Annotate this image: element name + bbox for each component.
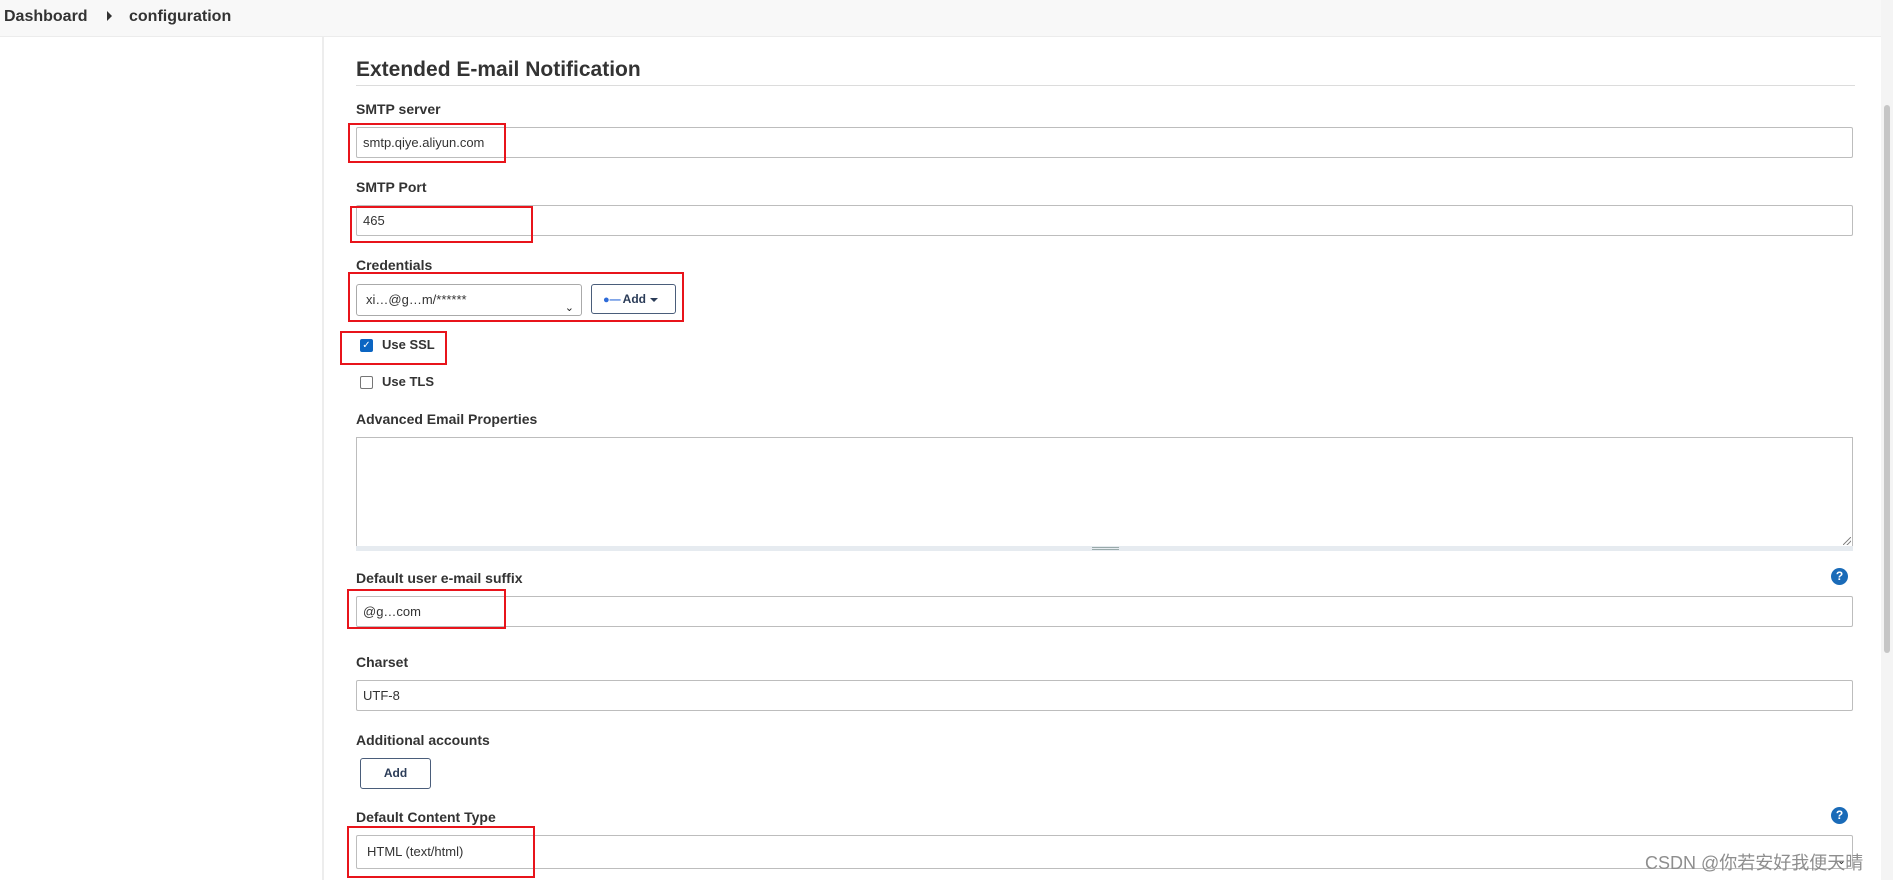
content-type-label: Default Content Type bbox=[356, 809, 496, 825]
panel-divider bbox=[322, 37, 324, 880]
additional-accounts-label: Additional accounts bbox=[356, 732, 490, 748]
breadcrumb-chevron-icon[interactable] bbox=[107, 11, 112, 21]
highlight-email-suffix bbox=[347, 589, 506, 629]
highlight-content-type bbox=[347, 826, 535, 878]
charset-input[interactable]: UTF-8 bbox=[356, 680, 1853, 711]
section-divider bbox=[356, 85, 1855, 86]
left-panel bbox=[0, 37, 322, 880]
resize-grip-icon[interactable] bbox=[1092, 547, 1119, 550]
smtp-server-label: SMTP server bbox=[356, 101, 441, 117]
highlight-smtp-port bbox=[350, 206, 533, 243]
email-suffix-input[interactable]: @g…com bbox=[356, 596, 1853, 627]
smtp-port-label: SMTP Port bbox=[356, 179, 427, 195]
highlight-credentials bbox=[348, 272, 684, 322]
breadcrumb-configuration[interactable]: configuration bbox=[129, 8, 231, 26]
watermark: CSDN @你若安好我便天晴 bbox=[1645, 853, 1864, 873]
smtp-port-input[interactable]: 465 bbox=[356, 205, 1853, 236]
breadcrumb-dashboard[interactable]: Dashboard bbox=[4, 8, 88, 26]
email-suffix-label: Default user e-mail suffix bbox=[356, 570, 523, 586]
charset-label: Charset bbox=[356, 654, 409, 670]
smtp-server-input[interactable]: smtp.qiye.aliyun.com bbox=[356, 127, 1853, 158]
use-tls-label[interactable]: Use TLS bbox=[382, 374, 434, 389]
highlight-smtp-server bbox=[348, 123, 506, 163]
textarea-resize-icon[interactable] bbox=[1843, 537, 1851, 545]
highlight-use-ssl bbox=[340, 331, 447, 365]
help-icon[interactable]: ? bbox=[1831, 807, 1848, 824]
additional-accounts-add-button[interactable]: Add bbox=[360, 758, 431, 789]
top-navbar: Dashboard configuration bbox=[0, 0, 1893, 37]
help-icon[interactable]: ? bbox=[1831, 568, 1848, 585]
advanced-properties-label: Advanced Email Properties bbox=[356, 411, 538, 427]
credentials-label: Credentials bbox=[356, 257, 433, 273]
advanced-properties-textarea[interactable] bbox=[356, 437, 1853, 547]
section-title: Extended E-mail Notification bbox=[356, 58, 641, 81]
scrollbar-thumb[interactable] bbox=[1884, 105, 1890, 653]
use-tls-checkbox[interactable] bbox=[360, 376, 373, 389]
content-type-select[interactable]: HTML (text/html) ⌄ bbox=[356, 835, 1853, 869]
